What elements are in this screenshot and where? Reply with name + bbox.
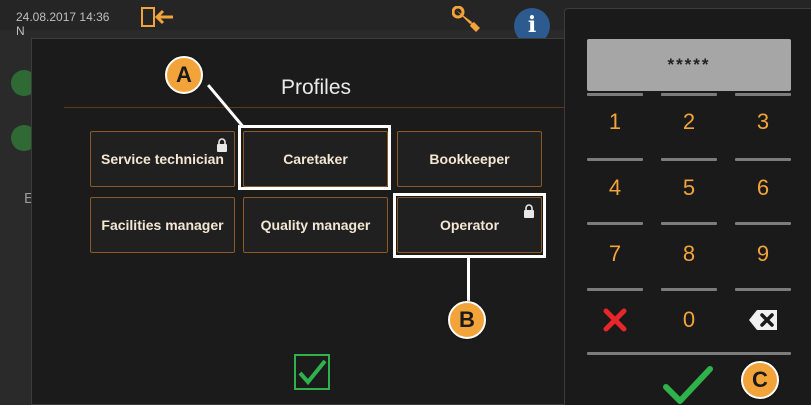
profile-button-caretaker[interactable]: Caretaker: [243, 131, 388, 187]
confirm-profile-checkbox[interactable]: [294, 354, 330, 390]
profile-button-label: Service technician: [101, 151, 224, 167]
profile-button-service-technician[interactable]: Service technician: [90, 131, 235, 187]
title-divider: [64, 107, 564, 108]
key-separator: [735, 222, 791, 225]
callout-c: C: [741, 361, 779, 399]
key-separator: [661, 288, 717, 291]
pin-display: *****: [587, 39, 791, 91]
profile-button-label: Operator: [439, 217, 500, 233]
key-separator: [587, 222, 643, 225]
key-9[interactable]: 9: [729, 229, 797, 279]
key-5[interactable]: 5: [655, 163, 723, 213]
profile-button-bookkeeper[interactable]: Bookkeeper: [397, 131, 542, 187]
wrench-icon[interactable]: [452, 6, 484, 34]
profile-button-label: Bookkeeper: [429, 151, 510, 167]
background-partial-text: N: [16, 24, 25, 38]
profiles-dialog: Profiles Service technician Caretaker Bo…: [31, 38, 587, 405]
key-separator: [587, 288, 643, 291]
key-separator: [661, 93, 717, 96]
key-separator: [735, 158, 791, 161]
profile-button-facilities-manager[interactable]: Facilities manager: [90, 197, 235, 253]
checkmark-icon: [298, 359, 327, 386]
key-2[interactable]: 2: [655, 97, 723, 147]
key-8[interactable]: 8: [655, 229, 723, 279]
key-separator: [587, 158, 643, 161]
key-0[interactable]: 0: [655, 295, 723, 345]
cancel-x-icon: [603, 308, 627, 332]
callout-a: A: [165, 56, 203, 94]
key-7[interactable]: 7: [581, 229, 649, 279]
key-separator: [735, 93, 791, 96]
profile-button-label: Facilities manager: [101, 217, 224, 233]
key-separator: [661, 222, 717, 225]
profile-button-quality-manager[interactable]: Quality manager: [243, 197, 388, 253]
profile-button-label: Caretaker: [283, 151, 348, 167]
key-separator: [735, 288, 791, 291]
green-checkmark-icon: [663, 366, 713, 404]
profile-button-label: Quality manager: [260, 217, 371, 233]
dialog-title: Profiles: [280, 76, 352, 99]
enter-button[interactable]: [660, 365, 716, 405]
lock-icon: [217, 138, 227, 152]
key-6[interactable]: 6: [729, 163, 797, 213]
logout-icon[interactable]: [141, 6, 175, 28]
datetime-text: 24.08.2017 14:36: [16, 10, 110, 24]
lock-icon: [524, 204, 534, 218]
key-separator: [587, 93, 643, 96]
cancel-button[interactable]: [581, 295, 649, 345]
key-4[interactable]: 4: [581, 163, 649, 213]
pin-keypad-panel: ***** 1 2 3 4 5 6 7 8 9 0: [564, 8, 811, 405]
key-1[interactable]: 1: [581, 97, 649, 147]
backspace-icon: [749, 310, 777, 330]
key-separator: [587, 352, 791, 355]
backspace-button[interactable]: [729, 295, 797, 345]
key-3[interactable]: 3: [729, 97, 797, 147]
profile-button-operator[interactable]: Operator: [397, 197, 542, 253]
key-separator: [661, 158, 717, 161]
callout-b: B: [448, 301, 486, 339]
